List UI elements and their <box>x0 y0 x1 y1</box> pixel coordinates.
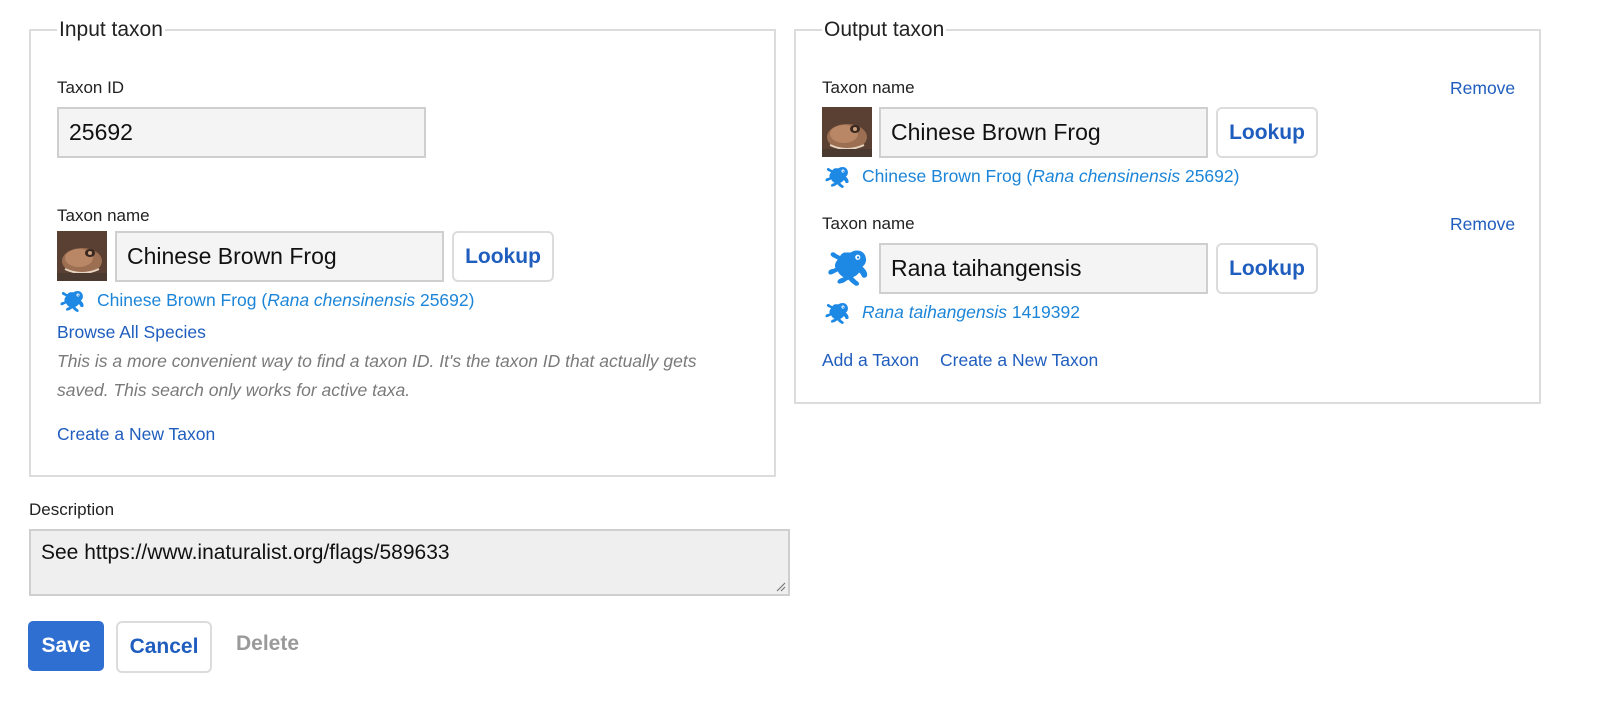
output-lookup-button[interactable]: Lookup <box>1216 243 1318 294</box>
output-taxon-name-value: Chinese Brown Frog <box>891 119 1101 145</box>
input-result-common: Chinese Brown Frog ( <box>97 290 268 310</box>
input-taxon-name-label: Taxon name <box>57 206 150 225</box>
input-taxon-name-value: Chinese Brown Frog <box>127 243 337 269</box>
description-value: See https://www.inaturalist.org/flags/58… <box>41 541 450 564</box>
resize-handle-icon[interactable] <box>774 580 786 592</box>
output-taxon-name-label: Taxon name <box>822 214 915 233</box>
taxon-id-label: Taxon ID <box>57 78 125 97</box>
amphibia-iconic-icon <box>822 166 850 190</box>
frog-photo-icon <box>57 231 107 281</box>
input-lookup-button[interactable]: Lookup <box>452 231 554 282</box>
output-result-scientific: Rana taihangensis <box>862 302 1007 322</box>
output-taxon-name-value: Rana taihangensis <box>891 255 1082 281</box>
input-result-scientific: Rana chensinensis <box>267 290 416 310</box>
taxon-help-text: This is a more convenient way to find a … <box>57 351 697 400</box>
taxon-id-value: 25692 <box>69 119 133 145</box>
output-taxon-fieldset: Output taxon <box>794 18 1541 404</box>
amphibia-iconic-icon <box>822 249 870 289</box>
delete-button[interactable]: Delete <box>236 632 299 656</box>
output-create-new-taxon-link[interactable]: Create a New Taxon <box>940 350 1098 371</box>
output-result-scientific: Rana chensinensis <box>1032 166 1181 186</box>
input-taxon-name-input[interactable]: Chinese Brown Frog <box>115 231 444 282</box>
input-result-id: 25692) <box>415 290 475 310</box>
output-taxon-name-input[interactable]: Rana taihangensis <box>879 243 1208 294</box>
cancel-button[interactable]: Cancel <box>116 621 212 673</box>
description-textarea[interactable]: See https://www.inaturalist.org/flags/58… <box>29 529 790 596</box>
amphibia-iconic-icon <box>822 302 850 326</box>
output-taxon-name-input[interactable]: Chinese Brown Frog <box>879 107 1208 158</box>
taxon-id-input[interactable]: 25692 <box>57 107 426 158</box>
save-button[interactable]: Save <box>28 621 104 671</box>
frog-photo-icon <box>822 107 872 157</box>
output-taxon-result-link[interactable]: Chinese Brown Frog (Rana chensinensis 25… <box>862 166 1239 187</box>
output-result-id: 25692) <box>1180 166 1240 186</box>
output-result-id: 1419392 <box>1006 302 1080 322</box>
input-taxon-legend: Input taxon <box>59 18 163 41</box>
amphibia-iconic-icon <box>57 290 85 314</box>
browse-all-species-link[interactable]: Browse All Species <box>57 322 206 343</box>
input-taxon-result-link[interactable]: Chinese Brown Frog (Rana chensinensis 25… <box>97 290 474 311</box>
output-taxon-name-label: Taxon name <box>822 78 915 97</box>
output-result-common: Chinese Brown Frog ( <box>862 166 1033 186</box>
add-a-taxon-link[interactable]: Add a Taxon <box>822 350 919 371</box>
output-lookup-button[interactable]: Lookup <box>1216 107 1318 158</box>
output-taxon-result-link[interactable]: Rana taihangensis 1419392 <box>862 302 1080 323</box>
description-label: Description <box>29 500 115 519</box>
input-create-new-taxon-link[interactable]: Create a New Taxon <box>57 424 215 445</box>
remove-link[interactable]: Remove <box>1450 78 1515 99</box>
output-taxon-legend: Output taxon <box>824 18 945 41</box>
remove-link[interactable]: Remove <box>1450 214 1515 235</box>
